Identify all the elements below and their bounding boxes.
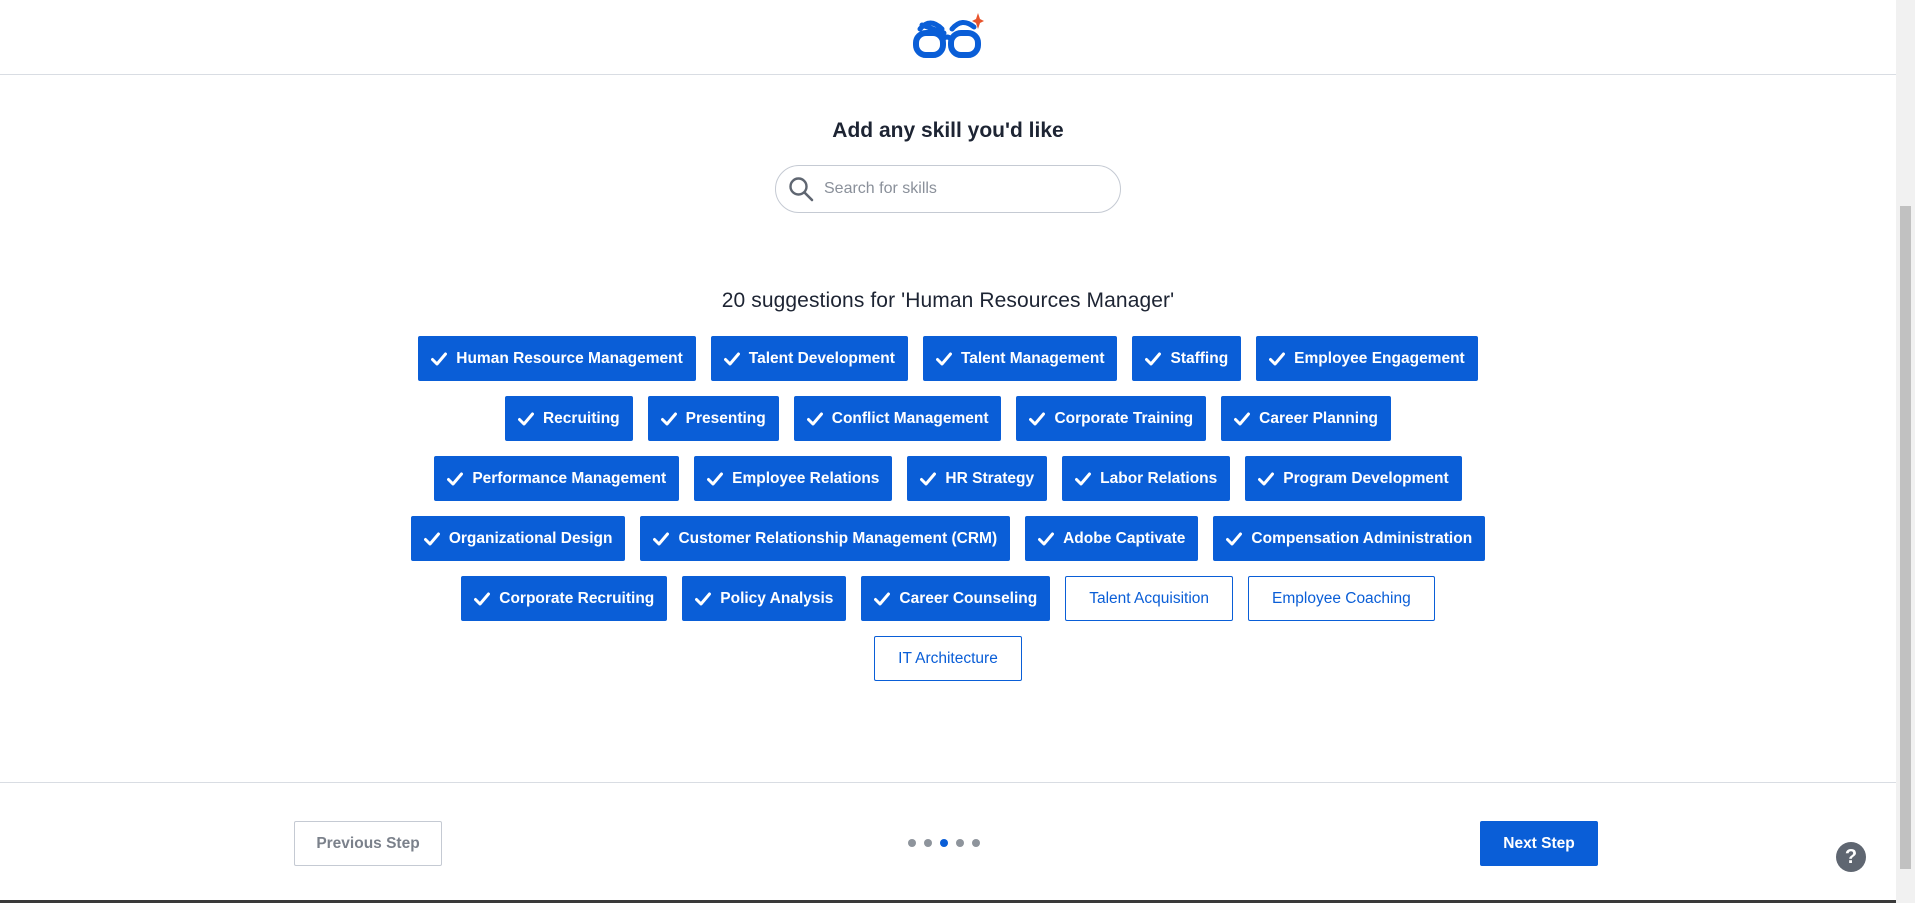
skill-chip-label: Labor Relations bbox=[1100, 469, 1218, 487]
skill-chip[interactable]: Employee Engagement bbox=[1256, 336, 1478, 381]
skill-chip[interactable]: Organizational Design bbox=[410, 516, 626, 561]
skill-chip[interactable]: Corporate Recruiting bbox=[461, 576, 668, 621]
checkmark-icon bbox=[431, 352, 448, 365]
skill-chip-label: Employee Engagement bbox=[1294, 349, 1465, 367]
skill-chip-label: Human Resource Management bbox=[456, 349, 683, 367]
skill-chip-label: IT Architecture bbox=[898, 649, 998, 667]
main-content: Add any skill you'd like 20 suggestions … bbox=[0, 76, 1896, 782]
checkmark-icon bbox=[723, 352, 740, 365]
skill-chip-label: Talent Development bbox=[748, 349, 895, 367]
skill-chip[interactable]: Talent Management bbox=[922, 336, 1118, 381]
skill-chip-label: Compensation Administration bbox=[1251, 529, 1473, 547]
skill-chip[interactable]: Corporate Training bbox=[1016, 396, 1207, 441]
skill-chip-label: Performance Management bbox=[472, 469, 667, 487]
checkmark-icon bbox=[1226, 532, 1243, 545]
page-title: Add any skill you'd like bbox=[832, 119, 1064, 142]
skill-chip[interactable]: Labor Relations bbox=[1062, 456, 1231, 501]
glasses-logo-icon[interactable] bbox=[912, 11, 984, 63]
step-dot bbox=[956, 839, 964, 847]
skill-chip[interactable]: Compensation Administration bbox=[1213, 516, 1486, 561]
suggestions-title: 20 suggestions for 'Human Resources Mana… bbox=[721, 289, 1175, 312]
search-input[interactable] bbox=[824, 180, 1104, 198]
checkmark-icon bbox=[1038, 532, 1055, 545]
checkmark-icon bbox=[1269, 352, 1286, 365]
skill-chip[interactable]: Recruiting bbox=[504, 396, 633, 441]
checkmark-icon bbox=[1234, 412, 1251, 425]
search-box[interactable] bbox=[775, 165, 1121, 213]
skill-chip[interactable]: Customer Relationship Management (CRM) bbox=[640, 516, 1011, 561]
skill-chip-label: Recruiting bbox=[542, 409, 620, 427]
skill-chip[interactable]: Talent Development bbox=[710, 336, 908, 381]
skill-chip-label: Career Planning bbox=[1259, 409, 1379, 427]
checkmark-icon bbox=[423, 532, 440, 545]
skill-chip[interactable]: Presenting bbox=[647, 396, 779, 441]
step-dot-active bbox=[940, 839, 948, 847]
skill-chip[interactable]: Career Counseling bbox=[861, 576, 1051, 621]
skill-chip-label: Staffing bbox=[1170, 349, 1229, 367]
skill-chip-label: Talent Acquisition bbox=[1089, 589, 1210, 607]
step-dot bbox=[972, 839, 980, 847]
skill-chip-label: Corporate Training bbox=[1054, 409, 1194, 427]
skill-chip-label: HR Strategy bbox=[945, 469, 1035, 487]
skill-chip[interactable]: HR Strategy bbox=[907, 456, 1048, 501]
skill-chip-label: Program Development bbox=[1283, 469, 1449, 487]
skill-chip[interactable]: IT Architecture bbox=[874, 636, 1022, 681]
checkmark-icon bbox=[1258, 472, 1275, 485]
skill-chip[interactable]: Career Planning bbox=[1221, 396, 1392, 441]
checkmark-icon bbox=[874, 592, 891, 605]
skill-chip[interactable]: Adobe Captivate bbox=[1025, 516, 1199, 561]
step-indicator bbox=[908, 839, 980, 847]
skill-chip-label: Presenting bbox=[685, 409, 766, 427]
checkmark-icon bbox=[920, 472, 937, 485]
skill-chip-label: Career Counseling bbox=[899, 589, 1038, 607]
skill-chip[interactable]: Performance Management bbox=[434, 456, 680, 501]
checkmark-icon bbox=[1075, 472, 1092, 485]
skill-chip-label: Conflict Management bbox=[831, 409, 989, 427]
skill-chip-label: Corporate Recruiting bbox=[499, 589, 655, 607]
skill-chip-label: Customer Relationship Management (CRM) bbox=[678, 529, 998, 547]
skill-chip[interactable]: Employee Relations bbox=[694, 456, 893, 501]
skill-chip-label: Adobe Captivate bbox=[1063, 529, 1186, 547]
checkmark-icon bbox=[695, 592, 712, 605]
previous-step-button[interactable]: Previous Step bbox=[294, 821, 442, 866]
skill-chip-label: Employee Relations bbox=[732, 469, 880, 487]
skill-chip[interactable]: Conflict Management bbox=[793, 396, 1002, 441]
skill-suggestions: Human Resource Management Talent Developm… bbox=[398, 336, 1498, 681]
skill-chip-label: Employee Coaching bbox=[1272, 589, 1411, 607]
skill-chip-label: Talent Management bbox=[960, 349, 1105, 367]
skill-chip[interactable]: Program Development bbox=[1245, 456, 1462, 501]
skill-chip[interactable]: Policy Analysis bbox=[682, 576, 847, 621]
help-icon[interactable]: ? bbox=[1836, 842, 1866, 872]
footer: Previous Step Next Step ? bbox=[0, 782, 1896, 903]
scrollbar-thumb[interactable] bbox=[1900, 206, 1911, 869]
checkmark-icon bbox=[1029, 412, 1046, 425]
next-step-button[interactable]: Next Step bbox=[1480, 821, 1598, 866]
skill-chip[interactable]: Staffing bbox=[1132, 336, 1242, 381]
step-dot bbox=[924, 839, 932, 847]
step-dot bbox=[908, 839, 916, 847]
checkmark-icon bbox=[935, 352, 952, 365]
skill-chip[interactable]: Human Resource Management bbox=[418, 336, 696, 381]
header bbox=[0, 0, 1896, 75]
app-root: Add any skill you'd like 20 suggestions … bbox=[0, 0, 1915, 903]
checkmark-icon bbox=[653, 532, 670, 545]
checkmark-icon bbox=[806, 412, 823, 425]
checkmark-icon bbox=[474, 592, 491, 605]
search-icon bbox=[789, 177, 814, 202]
checkmark-icon bbox=[517, 412, 534, 425]
skill-chip-label: Organizational Design bbox=[448, 529, 613, 547]
skill-chip-label: Policy Analysis bbox=[720, 589, 834, 607]
checkmark-icon bbox=[1145, 352, 1162, 365]
scrollbar[interactable] bbox=[1896, 0, 1915, 903]
checkmark-icon bbox=[447, 472, 464, 485]
checkmark-icon bbox=[707, 472, 724, 485]
checkmark-icon bbox=[660, 412, 677, 425]
skill-chip[interactable]: Talent Acquisition bbox=[1065, 576, 1234, 621]
skill-chip[interactable]: Employee Coaching bbox=[1248, 576, 1435, 621]
